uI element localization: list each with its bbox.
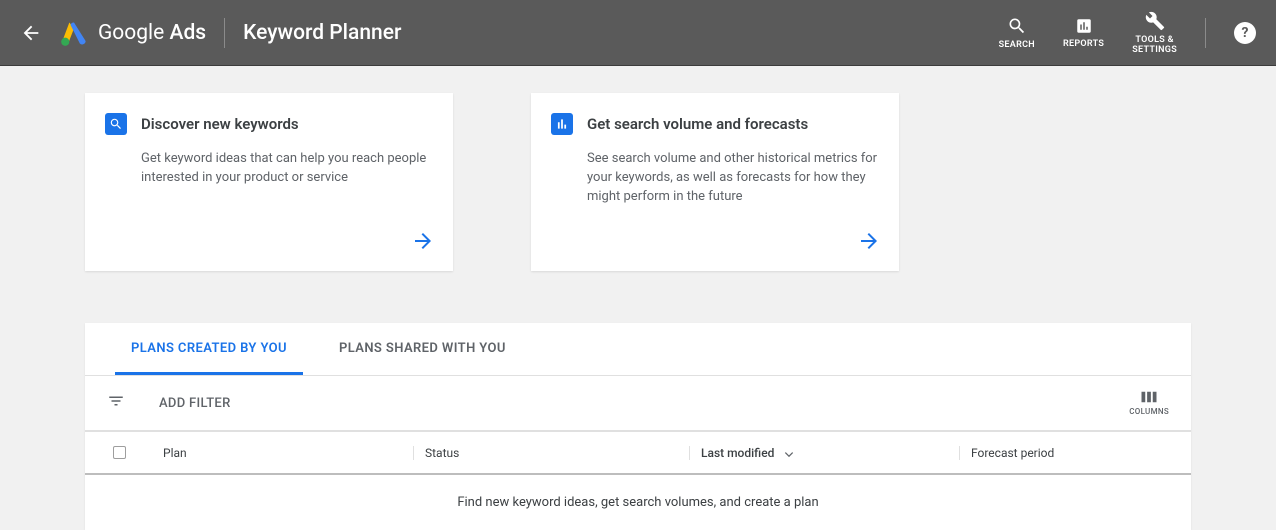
columns-button[interactable]: COLUMNS (1129, 390, 1169, 416)
google-ads-logo-icon (60, 20, 88, 46)
filter-row: ADD FILTER COLUMNS (85, 376, 1191, 431)
brand-text: Google Ads (98, 21, 206, 45)
tools-settings-button[interactable]: TOOLS & SETTINGS (1132, 11, 1177, 55)
tab-plans-shared[interactable]: PLANS SHARED WITH YOU (323, 323, 522, 375)
question-icon: ? (1242, 25, 1249, 41)
columns-icon (1140, 390, 1158, 404)
bar-chart-icon (551, 113, 573, 135)
select-all-checkbox[interactable] (113, 446, 126, 459)
forecasts-card[interactable]: Get search volume and forecasts See sear… (531, 93, 899, 271)
column-plan[interactable]: Plan (153, 446, 413, 460)
table-header-row: Plan Status Last modified Forecast perio… (85, 431, 1191, 475)
column-last-modified[interactable]: Last modified (689, 446, 959, 460)
card-title: Get search volume and forecasts (587, 115, 808, 133)
app-header: Google Ads Keyword Planner SEARCH REPORT… (0, 0, 1276, 65)
add-filter-button[interactable]: ADD FILTER (159, 396, 231, 411)
back-arrow-button[interactable] (20, 22, 42, 44)
reports-button[interactable]: REPORTS (1063, 17, 1104, 49)
wrench-icon (1145, 11, 1165, 31)
discover-keywords-card[interactable]: Discover new keywords Get keyword ideas … (85, 93, 453, 271)
table-empty-message: Find new keyword ideas, get search volum… (85, 475, 1191, 530)
plans-panel: PLANS CREATED BY YOU PLANS SHARED WITH Y… (85, 323, 1191, 530)
arrow-down-icon (782, 446, 796, 460)
brand-logo: Google Ads (60, 20, 206, 46)
card-title: Discover new keywords (141, 115, 299, 133)
arrow-right-icon (411, 229, 435, 257)
page-title: Keyword Planner (243, 21, 401, 45)
plans-table: Plan Status Last modified Forecast perio… (85, 431, 1191, 530)
divider (1205, 18, 1206, 48)
search-icon (1007, 16, 1027, 36)
funnel-icon (107, 392, 125, 410)
card-description: See search volume and other historical m… (551, 149, 879, 206)
header-nav: SEARCH REPORTS TOOLS & SETTINGS ? (999, 11, 1256, 55)
arrow-left-icon (20, 22, 42, 44)
arrow-right-icon (857, 229, 881, 257)
column-status[interactable]: Status (413, 446, 689, 460)
search-box-icon (105, 113, 127, 135)
divider (224, 18, 225, 48)
help-button[interactable]: ? (1234, 22, 1256, 44)
search-button[interactable]: SEARCH (999, 16, 1035, 50)
header-rule (0, 65, 1276, 66)
filter-icon-button[interactable] (107, 392, 125, 414)
plans-tabs: PLANS CREATED BY YOU PLANS SHARED WITH Y… (85, 323, 1191, 376)
tab-plans-by-you[interactable]: PLANS CREATED BY YOU (115, 323, 303, 375)
reports-icon (1075, 17, 1093, 35)
cards-row: Discover new keywords Get keyword ideas … (85, 93, 1191, 271)
card-description: Get keyword ideas that can help you reac… (105, 149, 433, 187)
column-forecast-period[interactable]: Forecast period (959, 446, 1191, 460)
